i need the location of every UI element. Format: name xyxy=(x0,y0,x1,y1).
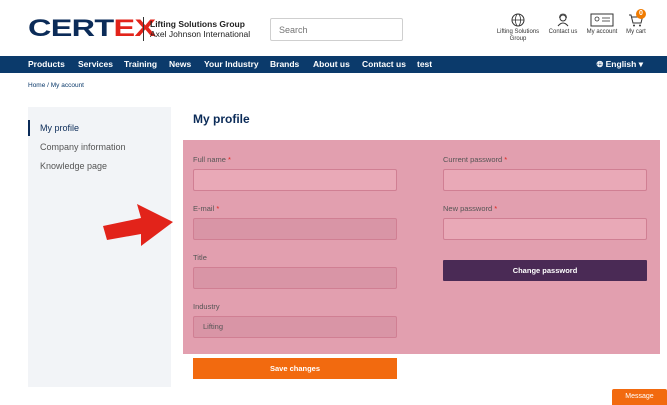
sidebar-item-knowledge-page[interactable]: Knowledge page xyxy=(28,158,171,174)
sidebar-item-company-information[interactable]: Company information xyxy=(28,139,171,155)
nav-services[interactable]: Services xyxy=(78,56,113,73)
globe-icon: 🌐︎ xyxy=(596,59,604,69)
nav-training[interactable]: Training xyxy=(124,56,157,73)
contact-us-link[interactable]: Contact us xyxy=(546,13,580,36)
nav-contact-us[interactable]: Contact us xyxy=(362,56,406,73)
save-changes-button[interactable]: Save changes xyxy=(193,358,397,379)
nav-products[interactable]: Products xyxy=(28,56,65,73)
main-nav: Products Services Training News Your Ind… xyxy=(0,56,667,73)
change-password-button[interactable]: Change password xyxy=(443,260,647,281)
full-name-field[interactable] xyxy=(193,169,397,191)
sidebar-item-my-profile[interactable]: My profile xyxy=(28,120,171,136)
my-account-link[interactable]: My account xyxy=(584,13,620,36)
full-name-label: Full name * xyxy=(193,155,231,164)
current-password-label: Current password * xyxy=(443,155,508,164)
chevron-down-icon: ▾ xyxy=(638,59,643,69)
industry-label: Industry xyxy=(193,302,220,311)
site-header: CERTEX Lifting Solutions Group Axel John… xyxy=(0,0,667,56)
nav-about-us[interactable]: About us xyxy=(313,56,350,73)
title-field[interactable] xyxy=(193,267,397,289)
nav-brands[interactable]: Brands xyxy=(270,56,299,73)
logo-divider xyxy=(143,17,144,41)
industry-field[interactable]: Lifting xyxy=(193,316,397,338)
lifting-solutions-link[interactable]: Lifting Solutions Group xyxy=(494,13,542,43)
current-password-field[interactable] xyxy=(443,169,647,191)
nav-news[interactable]: News xyxy=(169,56,191,73)
email-field[interactable] xyxy=(193,218,397,240)
page-title: My profile xyxy=(193,112,250,126)
email-label: E-mail * xyxy=(193,204,220,213)
nav-your-industry[interactable]: Your Industry xyxy=(204,56,259,73)
new-password-label: New password * xyxy=(443,204,498,213)
contact-icon xyxy=(557,13,569,27)
globe-icon xyxy=(511,13,525,27)
my-cart-link[interactable]: 0 My cart xyxy=(624,9,648,36)
message-button[interactable]: Message xyxy=(612,389,667,405)
nav-test[interactable]: test xyxy=(417,56,432,73)
cart-count-badge: 0 xyxy=(636,9,646,19)
language-selector[interactable]: 🌐︎ English ▾ xyxy=(596,56,643,73)
title-label: Title xyxy=(193,253,207,262)
red-arrow-annotation-icon xyxy=(103,204,173,246)
certex-logo[interactable]: CERTEX xyxy=(28,17,156,41)
account-icon xyxy=(590,13,614,27)
new-password-field[interactable] xyxy=(443,218,647,240)
breadcrumb[interactable]: Home / My account xyxy=(28,82,84,89)
search-input[interactable] xyxy=(270,18,403,41)
logo-tagline: Lifting Solutions Group Axel Johnson Int… xyxy=(150,19,251,39)
